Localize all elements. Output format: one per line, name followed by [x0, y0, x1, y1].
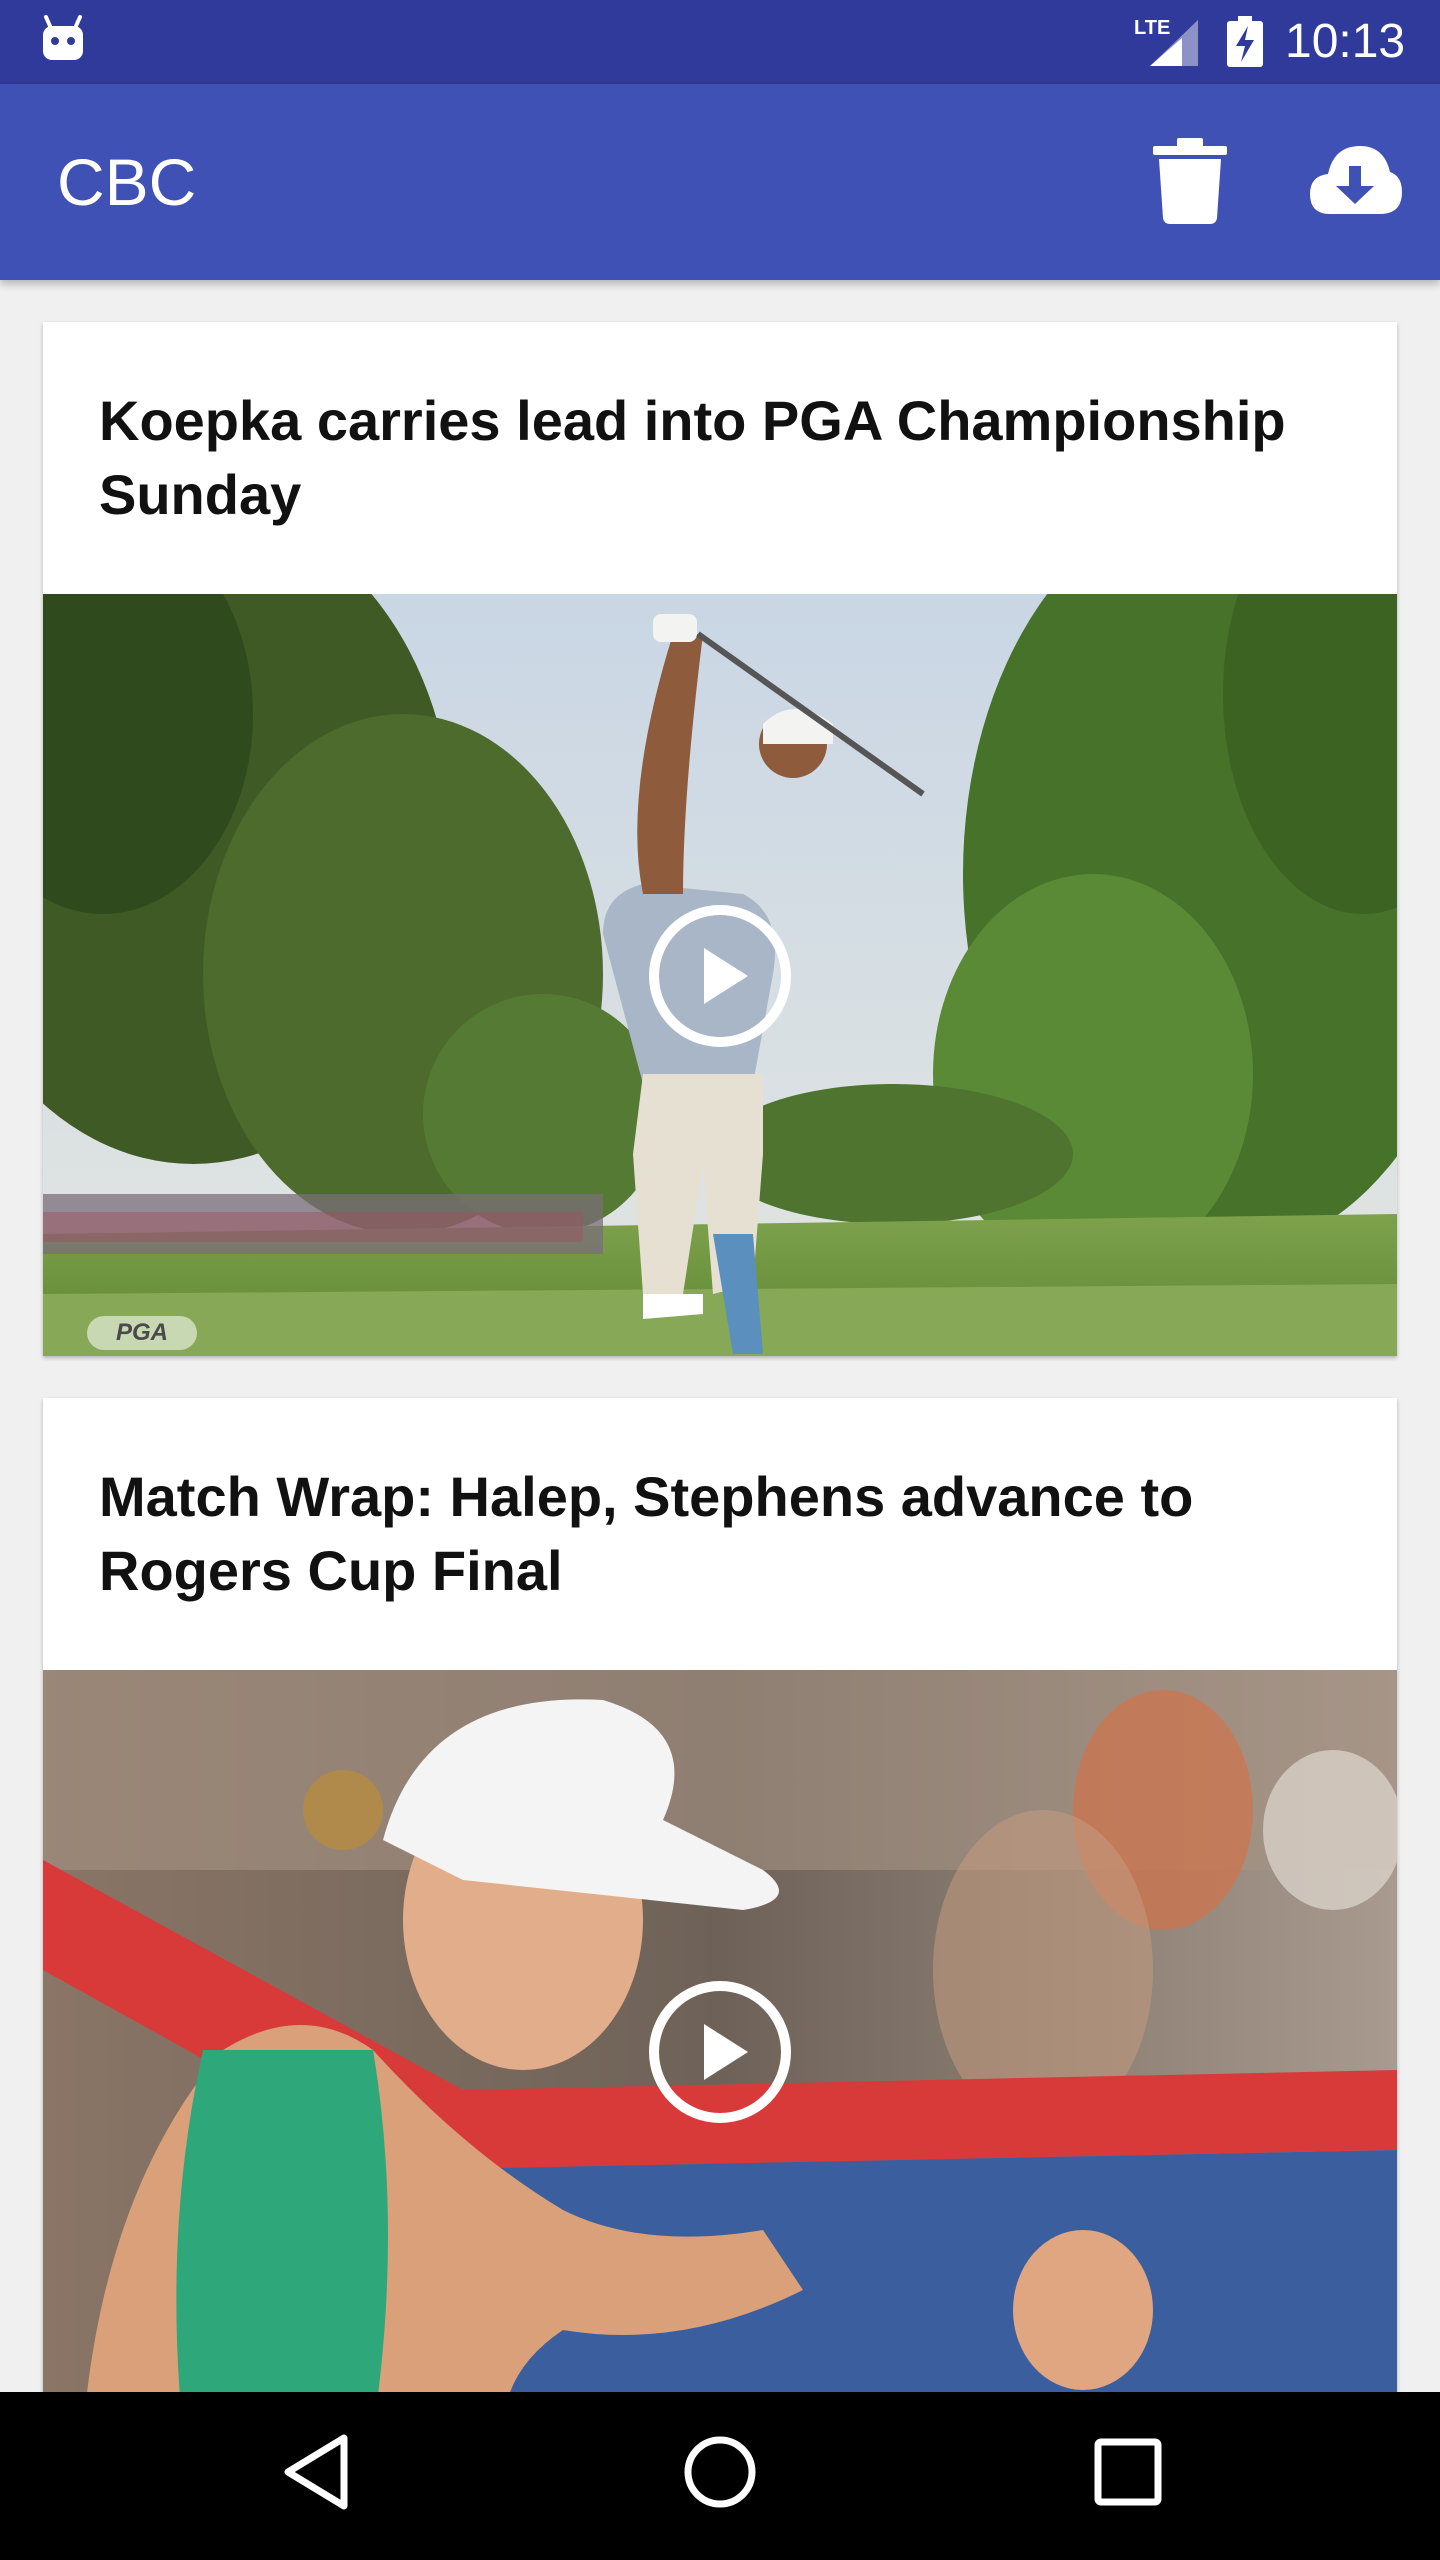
- card-headline: Koepka carries lead into PGA Championshi…: [99, 389, 1286, 526]
- status-bar: LTE 10:13: [0, 0, 1440, 84]
- android-icon: [43, 15, 83, 60]
- lte-signal-icon: LTE: [1134, 17, 1198, 66]
- app-title: CBC: [57, 145, 197, 219]
- card-headline: Match Wrap: Halep, Stephens advance to R…: [99, 1465, 1194, 1602]
- play-icon[interactable]: [646, 902, 794, 1050]
- play-icon[interactable]: [646, 1978, 794, 2126]
- news-card[interactable]: Match Wrap: Halep, Stephens advance to R…: [43, 1398, 1397, 2392]
- network-label: LTE: [1134, 17, 1170, 39]
- video-thumbnail[interactable]: PGA: [43, 594, 1397, 1356]
- home-icon[interactable]: [680, 2432, 760, 2512]
- news-feed[interactable]: Koepka carries lead into PGA Championshi…: [0, 280, 1440, 2392]
- battery-charging-icon: [1227, 16, 1263, 67]
- recents-icon[interactable]: [1090, 2432, 1166, 2512]
- video-thumbnail[interactable]: [43, 1670, 1397, 2392]
- news-card[interactable]: Koepka carries lead into PGA Championshi…: [43, 322, 1397, 1356]
- back-icon[interactable]: [280, 2432, 352, 2512]
- status-time: 10:13: [1285, 15, 1406, 68]
- trash-icon[interactable]: [1150, 138, 1230, 224]
- app-bar: CBC: [0, 84, 1440, 280]
- system-nav-bar: [0, 2392, 1440, 2560]
- pga-watermark: PGA: [87, 1316, 197, 1350]
- cloud-download-icon[interactable]: [1306, 140, 1404, 220]
